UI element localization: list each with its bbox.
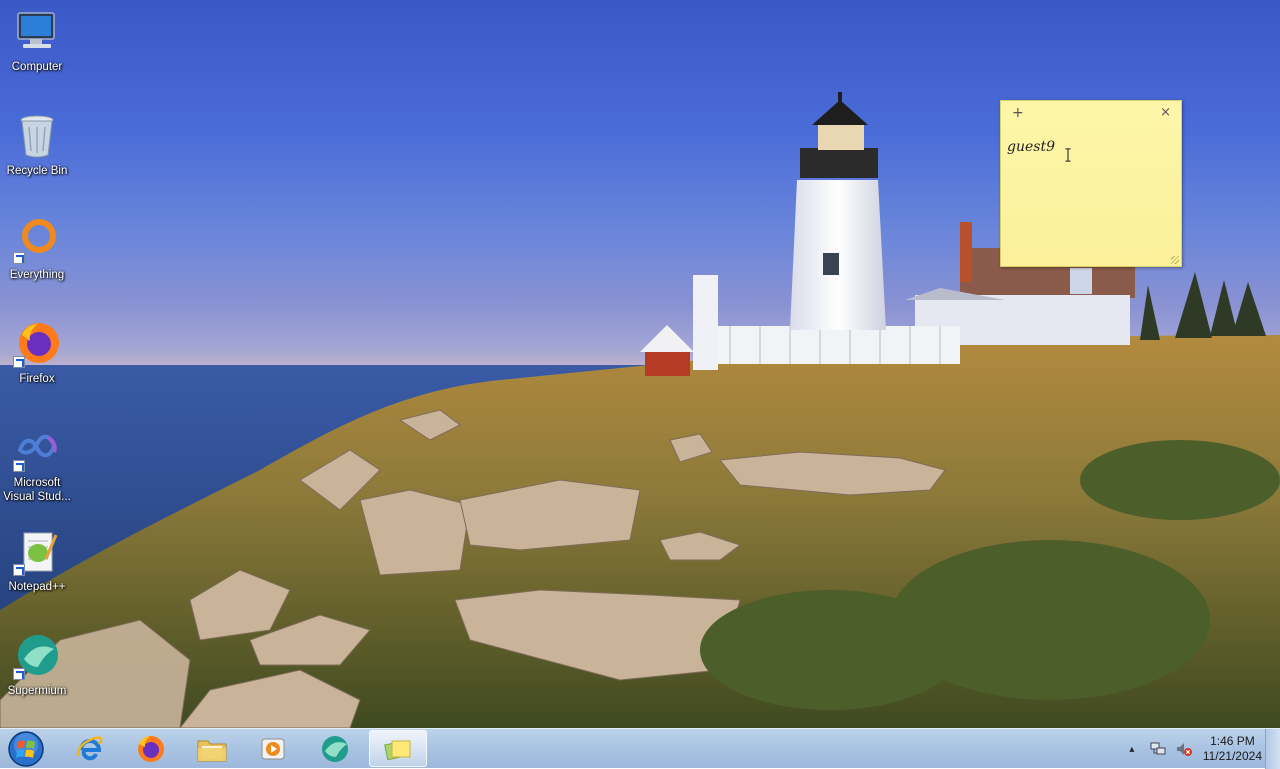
clock[interactable]: 1:46 PM 11/21/2024 — [1203, 734, 1262, 764]
desktop: Computer Recycle Bin Everything Firefox … — [0, 0, 1280, 728]
shortcut-arrow-icon — [13, 668, 25, 680]
desktop-icon-label: Firefox — [19, 373, 55, 385]
taskbar-firefox[interactable] — [122, 730, 180, 767]
show-hidden-icons-button[interactable]: ▴ — [1123, 740, 1141, 758]
computer-icon — [13, 8, 61, 56]
start-button[interactable] — [6, 731, 46, 767]
taskbar-sticky-notes[interactable] — [369, 730, 427, 767]
desktop-icon-label: Notepad++ — [8, 581, 66, 593]
visual-studio-icon — [13, 424, 61, 472]
clock-date: 11/21/2024 — [1202, 749, 1262, 763]
desktop-icon-firefox[interactable]: Firefox — [2, 320, 72, 386]
desktop-icon-everything[interactable]: Everything — [2, 216, 72, 282]
desktop-icon-label: Computer — [11, 61, 63, 73]
desktop-icon-recycle-bin[interactable]: Recycle Bin — [2, 112, 72, 178]
text-cursor-icon — [1065, 148, 1071, 162]
clock-time: 1:46 PM — [1210, 734, 1255, 748]
taskbar-internet-explorer[interactable] — [61, 730, 119, 767]
show-desktop-button[interactable] — [1265, 729, 1280, 769]
ie-icon — [76, 735, 103, 760]
resize-grip[interactable] — [1171, 256, 1179, 264]
folder-icon — [197, 740, 227, 761]
shortcut-arrow-icon — [13, 564, 25, 576]
desktop-icon-label: Everything — [9, 269, 65, 281]
shortcut-arrow-icon — [13, 252, 25, 264]
add-note-button[interactable]: + — [1012, 106, 1024, 120]
shortcut-arrow-icon — [13, 460, 25, 472]
desktop-icon-label: Recycle Bin — [6, 165, 68, 177]
volume-muted-icon[interactable] — [1175, 740, 1193, 758]
notepadpp-icon — [13, 528, 61, 576]
desktop-icon-notepadpp[interactable]: Notepad++ — [2, 528, 72, 594]
system-tray: ▴ 1:46 PM 11/21/2024 — [1119, 729, 1262, 769]
desktop-icon-visual-studio[interactable]: Microsoft Visual Stud... — [2, 424, 72, 504]
taskbar: ▴ 1:46 PM 11/21/2024 — [0, 728, 1280, 769]
taskbar-media-player[interactable] — [244, 730, 302, 767]
taskbar-supermium[interactable] — [306, 730, 364, 767]
shortcut-arrow-icon — [13, 356, 25, 368]
chevron-up-icon: ▴ — [1129, 743, 1135, 755]
close-note-button[interactable]: × — [1160, 106, 1171, 120]
supermium-icon — [322, 735, 348, 762]
firefox-icon — [13, 320, 61, 368]
desktop-icon-label: Supermium — [7, 685, 67, 697]
sticky-note-window[interactable]: + × guest9 — [1000, 100, 1182, 267]
firefox-icon — [138, 735, 164, 762]
media-player-icon — [261, 738, 285, 759]
taskbar-file-explorer[interactable] — [183, 730, 241, 767]
desktop-icon-label: Microsoft Visual Stud... — [3, 477, 71, 503]
sticky-notes-icon — [384, 740, 411, 760]
network-icon[interactable] — [1149, 740, 1167, 758]
desktop-icon-computer[interactable]: Computer — [2, 8, 72, 74]
recycle-bin-icon — [13, 112, 61, 160]
sticky-note-title-bar[interactable]: + × — [1001, 101, 1181, 127]
supermium-icon — [13, 632, 61, 680]
desktop-icon-supermium[interactable]: Supermium — [2, 632, 72, 698]
windows-start-icon — [8, 731, 44, 767]
everything-icon — [13, 216, 61, 264]
sticky-note-text[interactable]: guest9 — [1007, 139, 1055, 155]
